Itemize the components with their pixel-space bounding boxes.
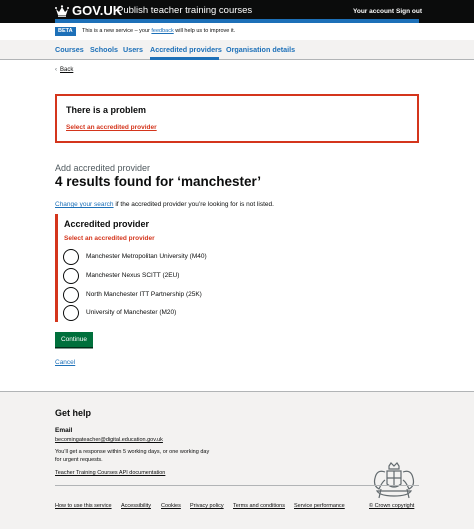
- back-link-text[interactable]: Back: [60, 67, 73, 73]
- nav-schools[interactable]: Schools: [90, 45, 118, 54]
- footer-link-terms[interactable]: Terms and conditions: [233, 503, 285, 510]
- change-search-text: Change your search if the accredited pro…: [55, 201, 274, 208]
- footer-api-docs-link[interactable]: Teacher Training Courses API documentati…: [55, 470, 165, 477]
- chevron-left-icon: ‹: [55, 67, 57, 73]
- accredited-provider-form-group: Accredited provider Select an accredited…: [55, 214, 419, 322]
- back-link[interactable]: ‹ Back: [55, 66, 73, 74]
- radio-button[interactable]: [63, 268, 79, 284]
- radio-option[interactable]: Manchester Nexus SCITT (2EU): [63, 268, 223, 284]
- crown-icon: [55, 5, 69, 17]
- footer-link-cookies[interactable]: Cookies: [161, 503, 181, 510]
- nav-users[interactable]: Users: [123, 45, 143, 54]
- fieldset-legend: Accredited provider: [64, 219, 150, 229]
- footer-link-service-performance[interactable]: Service performance: [294, 503, 345, 510]
- nav-organisation-details[interactable]: Organisation details: [226, 45, 295, 54]
- feedback-link[interactable]: feedback: [151, 28, 173, 34]
- error-summary-title: There is a problem: [66, 105, 147, 115]
- page-caption: Add accredited provider: [55, 163, 151, 173]
- sign-out-link[interactable]: Sign out: [396, 7, 422, 16]
- nav-accredited-providers[interactable]: Accredited providers: [150, 45, 222, 54]
- footer-divider: [55, 485, 419, 486]
- footer-help-title: Get help: [55, 408, 92, 418]
- footer-link-how-to-use[interactable]: How to use this service: [55, 503, 112, 510]
- royal-coat-of-arms-icon: [373, 462, 415, 499]
- footer: Get help Email becomingateacher@digital.…: [0, 391, 474, 529]
- field-error-message: Select an accredited provider: [64, 235, 155, 242]
- radio-option[interactable]: University of Manchester (M20): [63, 305, 223, 321]
- crown-copyright-link[interactable]: © Crown copyright: [369, 503, 414, 510]
- footer-link-accessibility[interactable]: Accessibility: [121, 503, 151, 510]
- radio-label[interactable]: Manchester Nexus SCITT (2EU): [86, 272, 179, 280]
- radio-label[interactable]: North Manchester ITT Partnership (25K): [86, 291, 202, 299]
- radio-option[interactable]: North Manchester ITT Partnership (25K): [63, 287, 223, 303]
- radio-label[interactable]: University of Manchester (M20): [86, 309, 176, 317]
- nav-courses[interactable]: Courses: [55, 45, 84, 54]
- radio-option[interactable]: Manchester Metropolitan University (M40): [63, 249, 223, 265]
- footer-response-text: You’ll get a response within 5 working d…: [55, 449, 210, 463]
- radio-button[interactable]: [63, 249, 79, 265]
- radio-button[interactable]: [63, 305, 79, 321]
- footer-email-link[interactable]: becomingateacher@digital.education.gov.u…: [55, 437, 163, 444]
- page-title: 4 results found for ‘manchester’: [55, 174, 262, 189]
- radio-label[interactable]: Manchester Metropolitan University (M40): [86, 253, 207, 261]
- error-summary: There is a problem Select an accredited …: [55, 94, 419, 143]
- phase-text: This is a new service – your feedback wi…: [82, 28, 236, 34]
- primary-navigation: Courses Schools Users Accredited provide…: [0, 40, 474, 60]
- govuk-logo[interactable]: GOV.UK: [72, 3, 122, 19]
- radio-button[interactable]: [63, 287, 79, 303]
- footer-link-privacy-policy[interactable]: Privacy policy: [190, 503, 224, 510]
- continue-button[interactable]: Continue: [55, 332, 93, 347]
- header-underline: [55, 19, 419, 23]
- your-account-link[interactable]: Your account: [353, 7, 394, 16]
- footer-email-heading: Email: [55, 427, 73, 434]
- beta-tag: BETA: [55, 27, 76, 36]
- cancel-link[interactable]: Cancel: [55, 359, 75, 367]
- nav-active-indicator: [150, 57, 219, 60]
- service-name[interactable]: Publish teacher training courses: [117, 5, 252, 17]
- error-summary-link[interactable]: Select an accredited provider: [66, 124, 157, 132]
- change-search-link[interactable]: Change your search: [55, 201, 114, 208]
